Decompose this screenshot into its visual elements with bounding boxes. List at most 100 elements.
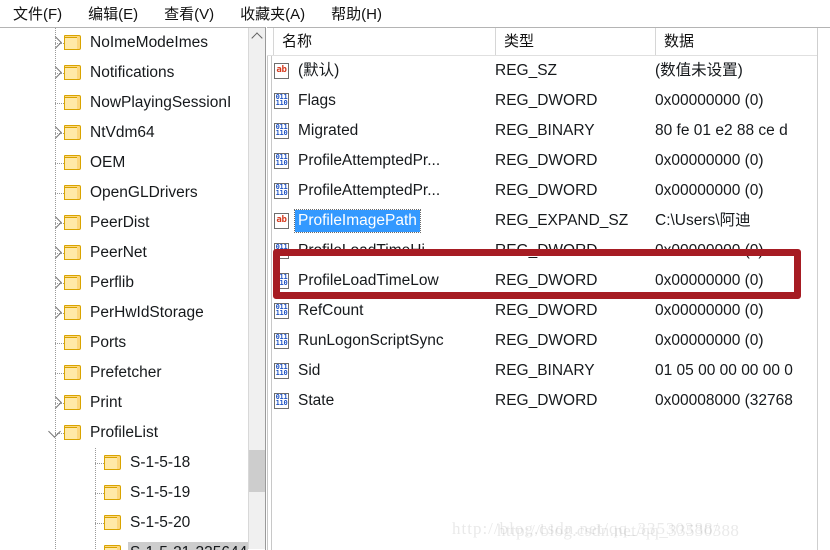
- tree-item-label: PerHwIdStorage: [90, 303, 204, 321]
- value-name-cell[interactable]: 011 110 Sid: [273, 356, 488, 386]
- tree-item-prefetcher[interactable]: Prefetcher: [0, 358, 248, 388]
- tree-item-ntvdm64[interactable]: NtVdm64: [0, 118, 248, 148]
- value-row[interactable]: 011 110 Sid REG_BINARY 01 05 00 00 00 00 0: [267, 356, 830, 386]
- value-row[interactable]: 011 110 Flags REG_DWORD 0x00000000 (0): [267, 86, 830, 116]
- tree-item-peernet[interactable]: PeerNet: [0, 238, 248, 268]
- chevron-down-icon[interactable]: [48, 418, 64, 448]
- value-name-cell[interactable]: 011 110 ProfileLoadTimeHi...: [273, 236, 488, 266]
- chevron-right-icon[interactable]: [48, 238, 64, 268]
- menu-help[interactable]: 帮助(H): [322, 1, 391, 26]
- value-name-cell[interactable]: 011 110 ProfileLoadTimeLow: [273, 266, 488, 296]
- folder-icon: [64, 185, 82, 201]
- registry-values-list[interactable]: ab (默认) REG_SZ (数值未设置) 011 110 Flags REG_DWORD 0…: [267, 56, 830, 550]
- chevron-right-icon[interactable]: [48, 208, 64, 238]
- value-row[interactable]: 011 110 ProfileLoadTimeHi... REG_DWORD 0x000…: [267, 236, 830, 266]
- value-name-cell[interactable]: 011 110 State: [273, 386, 488, 416]
- tree-item-oem[interactable]: OEM: [0, 148, 248, 178]
- value-row[interactable]: 011 110 ProfileAttemptedPr... REG_DWORD 0x00…: [267, 176, 830, 206]
- chevron-right-icon[interactable]: [48, 58, 64, 88]
- column-name[interactable]: 名称: [273, 28, 495, 55]
- tree-item-perhwidstorage[interactable]: PerHwIdStorage: [0, 298, 248, 328]
- value-name-cell[interactable]: 011 110 Migrated: [273, 116, 488, 146]
- tree-item-label: Notifications: [90, 63, 175, 81]
- value-name-cell[interactable]: 011 110 ProfileAttemptedPr...: [273, 176, 488, 206]
- value-name-label: ProfileAttemptedPr...: [298, 181, 441, 199]
- list-scroll-gutter[interactable]: [817, 28, 830, 550]
- tree-item-s-1-5-21-335644[interactable]: S-1-5-21-335644: [0, 538, 248, 550]
- folder-icon: [64, 35, 82, 51]
- tree-item-noimemodeimes[interactable]: NoImeModeImes: [0, 28, 248, 58]
- value-row[interactable]: 011 110 State REG_DWORD 0x00008000 (32768: [267, 386, 830, 416]
- binary-value-icon: 011 110: [274, 302, 289, 319]
- value-name-cell[interactable]: ab (默认): [273, 56, 488, 86]
- value-row[interactable]: ab (默认) REG_SZ (数值未设置): [267, 56, 830, 86]
- menu-edit[interactable]: 编辑(E): [79, 1, 147, 26]
- value-type-cell: REG_BINARY: [495, 362, 595, 379]
- scrollbar-thumb[interactable]: [249, 450, 265, 492]
- list-column-header[interactable]: 名称 类型 数据: [267, 28, 830, 56]
- menu-file[interactable]: 文件(F): [4, 1, 71, 26]
- value-data-cell: 01 05 00 00 00 00 0: [655, 362, 793, 379]
- menu-bar: 文件(F) 编辑(E) 查看(V) 收藏夹(A) 帮助(H): [0, 0, 830, 27]
- value-type-cell: REG_DWORD: [495, 92, 598, 109]
- value-data-cell: 0x00000000 (0): [655, 272, 764, 289]
- value-name-cell[interactable]: 011 110 ProfileAttemptedPr...: [273, 146, 488, 176]
- binary-value-icon: 011 110: [274, 122, 289, 139]
- registry-values-panel[interactable]: 名称 类型 数据 ab (默认) REG_SZ (数值未设置) 011 110 Flags REG…: [267, 27, 830, 550]
- tree-item-s-1-5-19[interactable]: S-1-5-19: [0, 478, 248, 508]
- folder-icon: [104, 515, 122, 531]
- folder-icon: [64, 305, 82, 321]
- menu-favorites[interactable]: 收藏夹(A): [231, 1, 314, 26]
- chevron-right-icon[interactable]: [48, 268, 64, 298]
- registry-tree-list[interactable]: NoImeModeImes Notifications NowPlayingSess…: [0, 28, 248, 550]
- chevron-right-icon[interactable]: [48, 28, 64, 58]
- value-name-label: (默认): [298, 61, 340, 79]
- value-data-cell: 0x00000000 (0): [655, 92, 764, 109]
- menu-view[interactable]: 查看(V): [155, 1, 223, 26]
- tree-expander-placeholder: [48, 358, 64, 388]
- tree-vertical-scrollbar[interactable]: [248, 28, 265, 549]
- tree-item-print[interactable]: Print: [0, 388, 248, 418]
- tree-item-s-1-5-20[interactable]: S-1-5-20: [0, 508, 248, 538]
- registry-tree-panel[interactable]: NoImeModeImes Notifications NowPlayingSess…: [0, 27, 266, 550]
- tree-item-notifications[interactable]: Notifications: [0, 58, 248, 88]
- value-row[interactable]: 011 110 ProfileAttemptedPr... REG_DWORD 0x00…: [267, 146, 830, 176]
- value-type-cell: REG_DWORD: [495, 272, 598, 289]
- value-row[interactable]: 011 110 ProfileLoadTimeLow REG_DWORD 0x00000…: [267, 266, 830, 296]
- chevron-right-icon[interactable]: [48, 118, 64, 148]
- tree-item-peerdist[interactable]: PeerDist: [0, 208, 248, 238]
- tree-item-ports[interactable]: Ports: [0, 328, 248, 358]
- value-name-cell[interactable]: 011 110 Flags: [273, 86, 488, 116]
- folder-icon: [64, 365, 82, 381]
- binary-value-icon: 011 110: [274, 332, 289, 349]
- tree-guide-line: [55, 478, 56, 508]
- value-row[interactable]: 011 110 RunLogonScriptSync REG_DWORD 0x00000…: [267, 326, 830, 356]
- tree-item-s-1-5-18[interactable]: S-1-5-18: [0, 448, 248, 478]
- tree-expander-placeholder: [88, 538, 104, 550]
- tree-item-perflib[interactable]: Perflib: [0, 268, 248, 298]
- chevron-right-icon[interactable]: [48, 298, 64, 328]
- tree-item-label: S-1-5-18: [130, 453, 191, 471]
- value-row[interactable]: 011 110 RefCount REG_DWORD 0x00000000 (0): [267, 296, 830, 326]
- tree-item-profilelist[interactable]: ProfileList: [0, 418, 248, 448]
- tree-item-opengldrivers[interactable]: OpenGLDrivers: [0, 178, 248, 208]
- value-row[interactable]: 011 110 Migrated REG_BINARY 80 fe 01 e2 88 c…: [267, 116, 830, 146]
- chevron-right-icon[interactable]: [48, 388, 64, 418]
- tree-item-nowplayingsessioni[interactable]: NowPlayingSessionI: [0, 88, 248, 118]
- column-type[interactable]: 类型: [495, 28, 655, 55]
- value-name-cell[interactable]: 011 110 RefCount: [273, 296, 488, 326]
- value-row[interactable]: ab ProfileImagePath REG_EXPAND_SZ C:\Users\…: [267, 206, 830, 236]
- value-name-cell[interactable]: 011 110 RunLogonScriptSync: [273, 326, 488, 356]
- value-name-cell[interactable]: ab ProfileImagePath: [273, 206, 488, 236]
- scroll-up-button[interactable]: [249, 28, 265, 45]
- column-data[interactable]: 数据: [655, 28, 830, 55]
